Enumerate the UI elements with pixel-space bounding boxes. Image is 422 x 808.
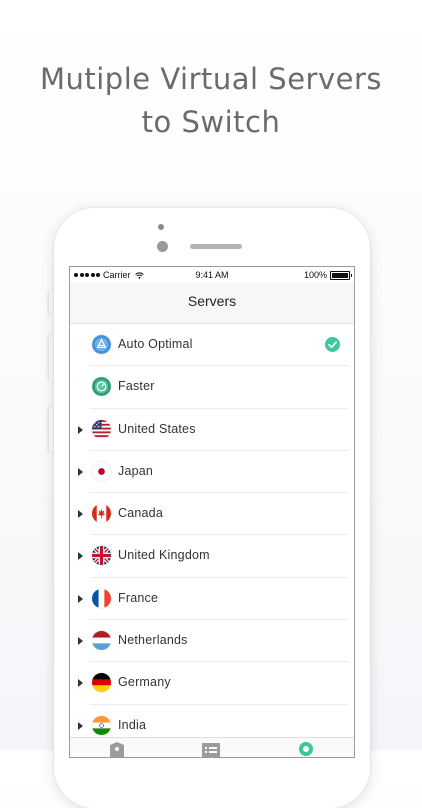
flag-de-icon <box>92 673 111 693</box>
server-row[interactable]: Japan <box>70 451 354 494</box>
server-label: Germany <box>118 675 171 690</box>
server-list: Auto Optimal Faster United States Japan Cana… <box>70 324 354 747</box>
server-row[interactable]: United States <box>70 409 354 451</box>
server-row[interactable]: Germany <box>70 662 354 705</box>
flag-fr-icon <box>92 588 111 608</box>
expand-arrow-icon[interactable] <box>78 679 83 688</box>
battery-percent: 100% <box>303 270 327 280</box>
expand-arrow-icon[interactable] <box>78 510 83 519</box>
headline-line-1: Mutiple Virtual Servers <box>39 62 383 96</box>
tab-list[interactable] <box>202 741 220 757</box>
expand-arrow-icon[interactable] <box>78 467 83 476</box>
flag-uk-icon <box>92 546 111 566</box>
server-label: Faster <box>118 379 155 394</box>
expand-arrow-icon[interactable] <box>78 721 83 730</box>
server-label: Auto Optimal <box>118 337 193 351</box>
expand-arrow-icon[interactable] <box>78 552 83 561</box>
flag-jp-icon <box>92 461 111 481</box>
list-icon <box>202 743 220 757</box>
server-label: United States <box>118 421 196 436</box>
phone-screen: Carrier 9:41 AM 100% Servers Auto Optima… <box>69 266 355 758</box>
tab-shield[interactable] <box>108 741 126 757</box>
sensor-dot <box>158 224 164 230</box>
auto-optimal-icon-icon <box>92 335 111 354</box>
flag-us-icon <box>92 419 111 439</box>
server-label: Netherlands <box>118 633 188 648</box>
server-label: Japan <box>118 463 154 478</box>
server-row[interactable]: Canada <box>70 493 354 536</box>
headline-line-2: to Switch <box>141 105 281 139</box>
page-title: Servers <box>187 293 237 309</box>
shield-icon <box>110 742 124 757</box>
server-row[interactable]: United Kingdom <box>70 535 354 578</box>
server-label: India <box>118 717 147 732</box>
flag-nl-icon <box>92 631 111 651</box>
location-pin-icon <box>299 742 313 756</box>
faster-icon-icon <box>92 377 111 397</box>
status-bar: Carrier 9:41 AM 100% <box>70 267 354 283</box>
front-camera <box>157 241 168 252</box>
checkmark-icon <box>325 337 340 352</box>
tab-location[interactable] <box>297 741 315 757</box>
server-row[interactable]: Faster <box>70 366 354 409</box>
server-label: Canada <box>118 506 163 521</box>
headline: Mutiple Virtual Servers to Switch <box>0 58 422 144</box>
flag-ca-icon <box>92 504 111 524</box>
earpiece-speaker <box>190 244 242 249</box>
battery-icon <box>330 270 352 280</box>
server-row[interactable]: France <box>70 578 354 621</box>
server-label: France <box>118 590 159 605</box>
expand-arrow-icon[interactable] <box>78 425 83 434</box>
server-row[interactable]: Auto Optimal <box>70 324 354 367</box>
expand-arrow-icon[interactable] <box>78 594 83 603</box>
expand-arrow-icon[interactable] <box>78 637 83 646</box>
flag-in-icon <box>92 715 111 735</box>
nav-bar: Servers <box>70 283 354 324</box>
tab-bar <box>70 737 354 757</box>
server-label: United Kingdom <box>118 548 210 563</box>
server-row[interactable]: Netherlands <box>70 620 354 663</box>
